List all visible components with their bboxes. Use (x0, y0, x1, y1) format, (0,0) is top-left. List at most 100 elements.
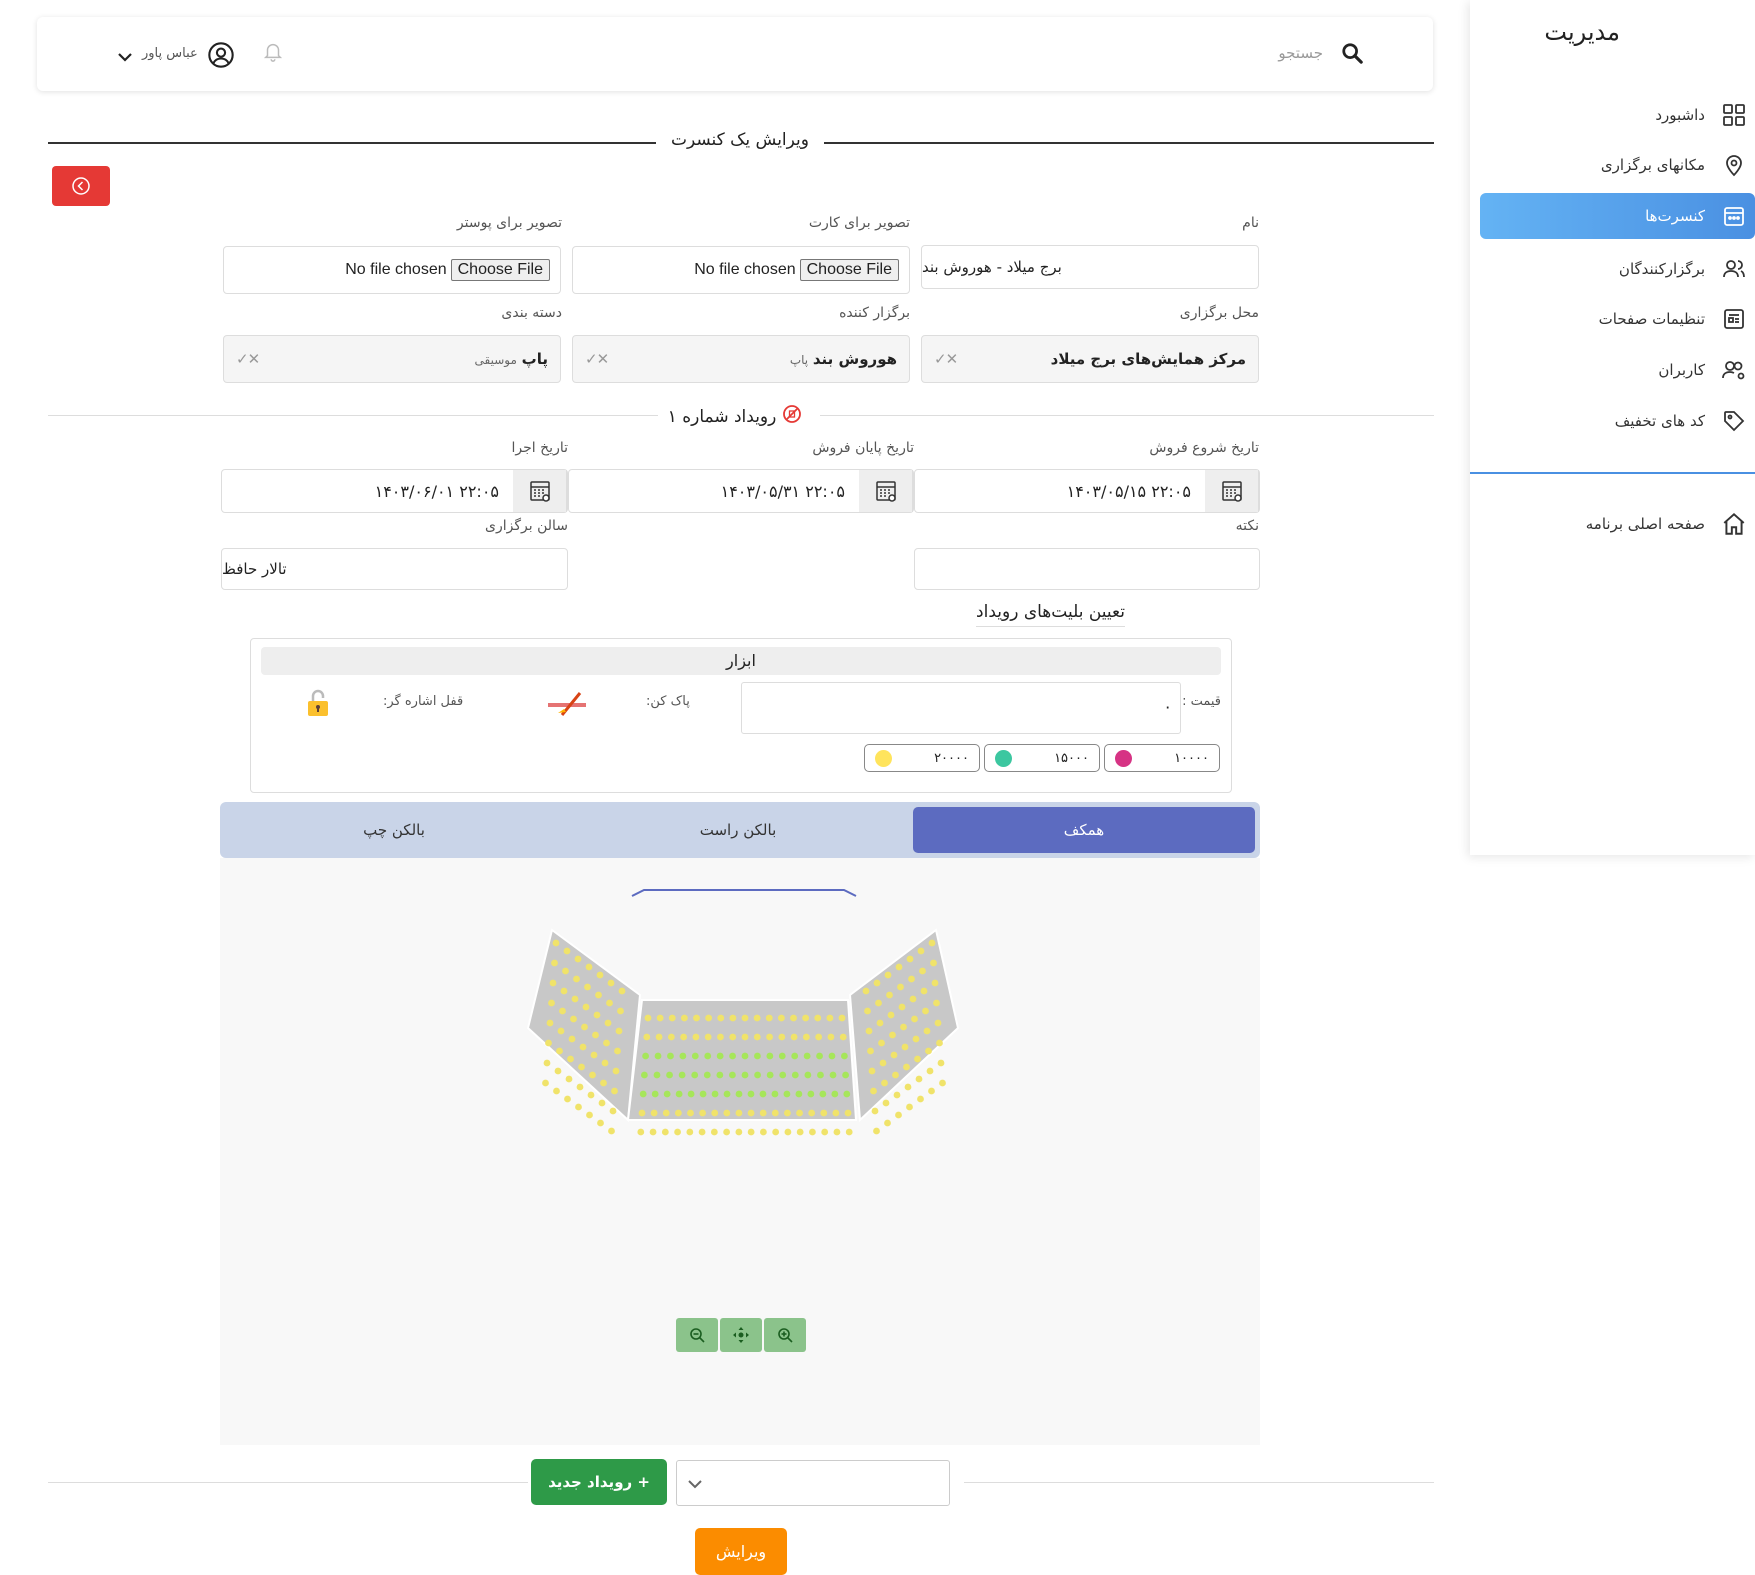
sidebar-item-users[interactable]: کاربران (1480, 347, 1755, 393)
tools-panel: ابزار قیمت : ۰ پاک کن: قفل اشاره گر: ۱۰۰… (250, 638, 1232, 793)
category-label: دسته بندی (501, 305, 562, 321)
seat (644, 1014, 652, 1022)
seat (747, 1128, 755, 1136)
chevron-down-icon[interactable] (117, 48, 133, 67)
seat (862, 987, 870, 995)
sidebar-item-organizers[interactable]: برگزارکنندگان (1480, 246, 1755, 292)
seat (753, 1014, 761, 1022)
seat (716, 1052, 724, 1060)
seat (912, 1035, 920, 1043)
seat (549, 979, 557, 987)
sale-end-date-input[interactable]: ۲۲:۰۵ ۱۴۰۳/۰۵/۳۱ (568, 469, 914, 513)
seat (753, 1033, 761, 1041)
seat (881, 1079, 888, 1087)
seat (661, 1128, 669, 1136)
edit-button[interactable]: ویرایش (695, 1528, 787, 1575)
seat (901, 1043, 909, 1051)
delete-event-icon[interactable] (782, 404, 802, 429)
tab-ground-floor[interactable]: همکف (913, 807, 1255, 853)
unlock-icon[interactable] (306, 689, 330, 723)
back-button[interactable] (52, 166, 110, 206)
bell-icon[interactable] (262, 40, 284, 66)
user-avatar-icon[interactable] (207, 41, 235, 73)
category-select[interactable]: ✓✕ پاپ موسیقی (223, 335, 561, 383)
seat (839, 1033, 847, 1041)
calendar-picker-icon[interactable] (859, 470, 913, 512)
eraser-icon[interactable] (546, 689, 588, 723)
clear-and-dropdown-icon[interactable]: ✓✕ (585, 350, 609, 368)
sidebar-item-venues[interactable]: مکانهای برگزاری (1480, 142, 1755, 188)
sidebar-item-discount-codes[interactable]: کد های تخفیف (1480, 398, 1755, 444)
seat (784, 1109, 791, 1117)
sidebar-item-label: برگزارکنندگان (1618, 260, 1705, 278)
choose-file-button[interactable]: Choose File (450, 259, 550, 281)
sidebar-item-label: مکانهای برگزاری (1600, 156, 1705, 174)
seat (663, 1090, 671, 1098)
sale-start-date-input[interactable]: ۲۲:۰۵ ۱۴۰۳/۰۵/۱۵ (914, 469, 1260, 513)
seat (674, 1109, 682, 1117)
venue-select[interactable]: ✓✕ مرکز همایش‌های برج میلاد (921, 335, 1259, 383)
seat (675, 1090, 683, 1098)
calendar-picker-icon[interactable] (513, 470, 567, 512)
seat (578, 1063, 585, 1071)
sidebar-item-concerts[interactable]: کنسرت‌ها (1480, 193, 1755, 239)
seat-map-canvas[interactable] (220, 858, 1260, 1445)
organizer-label: برگزار کننده (839, 305, 910, 321)
poster-image-file-input[interactable]: No file chosen Choose File (223, 246, 561, 294)
tab-right-balcony[interactable]: بالکن راست (567, 807, 909, 853)
price-chip-10000[interactable]: ۱۰۰۰۰ (1104, 744, 1220, 772)
seat (908, 975, 915, 983)
price-chip-20000[interactable]: ۲۰۰۰۰ (864, 744, 980, 772)
seat (819, 1090, 827, 1098)
bottom-divider-left (48, 1482, 528, 1483)
sidebar-item-dashboard[interactable]: داشبورد (1480, 92, 1755, 138)
seat (845, 1128, 853, 1136)
price-chip-value: ۱۵۰۰۰ (1054, 750, 1089, 766)
clear-and-dropdown-icon[interactable]: ✓✕ (934, 350, 958, 368)
seat (873, 1127, 880, 1135)
seat (933, 999, 940, 1007)
seat (870, 1087, 877, 1095)
zoom-in-button[interactable] (764, 1318, 806, 1352)
seat (871, 1107, 879, 1115)
bottom-divider-right (964, 1482, 1434, 1483)
choose-file-button[interactable]: Choose File (799, 259, 899, 281)
hall-input[interactable]: تالار حافظ (221, 548, 568, 590)
calendar-picker-icon[interactable] (1205, 470, 1259, 512)
tab-left-balcony[interactable]: بالکن چپ (223, 807, 565, 853)
price-chip-15000[interactable]: ۱۵۰۰۰ (984, 744, 1100, 772)
new-event-button[interactable]: + رویداد جدید (531, 1459, 667, 1505)
seat (582, 1003, 590, 1011)
seat (554, 1067, 562, 1075)
seat (723, 1128, 731, 1136)
user-name[interactable]: عباس پاور (142, 46, 198, 61)
perform-date-input[interactable]: ۲۲:۰۵ ۱۴۰۳/۰۶/۰۱ (221, 469, 568, 513)
seat (699, 1109, 706, 1117)
seat-map-svg[interactable] (220, 858, 1260, 1445)
zoom-out-button[interactable] (676, 1318, 718, 1352)
search-input[interactable]: جستجو (1278, 44, 1323, 62)
seat (574, 955, 582, 963)
seat (928, 939, 936, 947)
seat (936, 1039, 943, 1047)
sidebar-item-home[interactable]: صفحه اصلی برنامه (1480, 501, 1755, 547)
name-input[interactable]: برج میلاد - هوروش بند (921, 245, 1259, 289)
note-input[interactable] (914, 548, 1260, 590)
seat (593, 1011, 601, 1019)
event-select[interactable] (676, 1460, 950, 1506)
seat (698, 1128, 706, 1136)
seat (548, 999, 555, 1007)
seat (939, 1079, 946, 1087)
home-icon (1721, 511, 1747, 537)
card-image-file-input[interactable]: No file chosen Choose File (572, 246, 910, 294)
seat (662, 1109, 670, 1117)
organizer-select[interactable]: ✓✕ هوروش بند پاپ (572, 335, 910, 383)
seat (581, 1023, 588, 1031)
search-icon[interactable] (1341, 42, 1363, 68)
sidebar-item-page-settings[interactable]: تنظیمات صفحات (1480, 296, 1755, 342)
recenter-button[interactable] (720, 1318, 762, 1352)
seat (765, 1014, 773, 1022)
price-input[interactable]: ۰ (741, 682, 1181, 734)
clear-and-dropdown-icon[interactable]: ✓✕ (236, 350, 260, 368)
seat (937, 1059, 945, 1067)
